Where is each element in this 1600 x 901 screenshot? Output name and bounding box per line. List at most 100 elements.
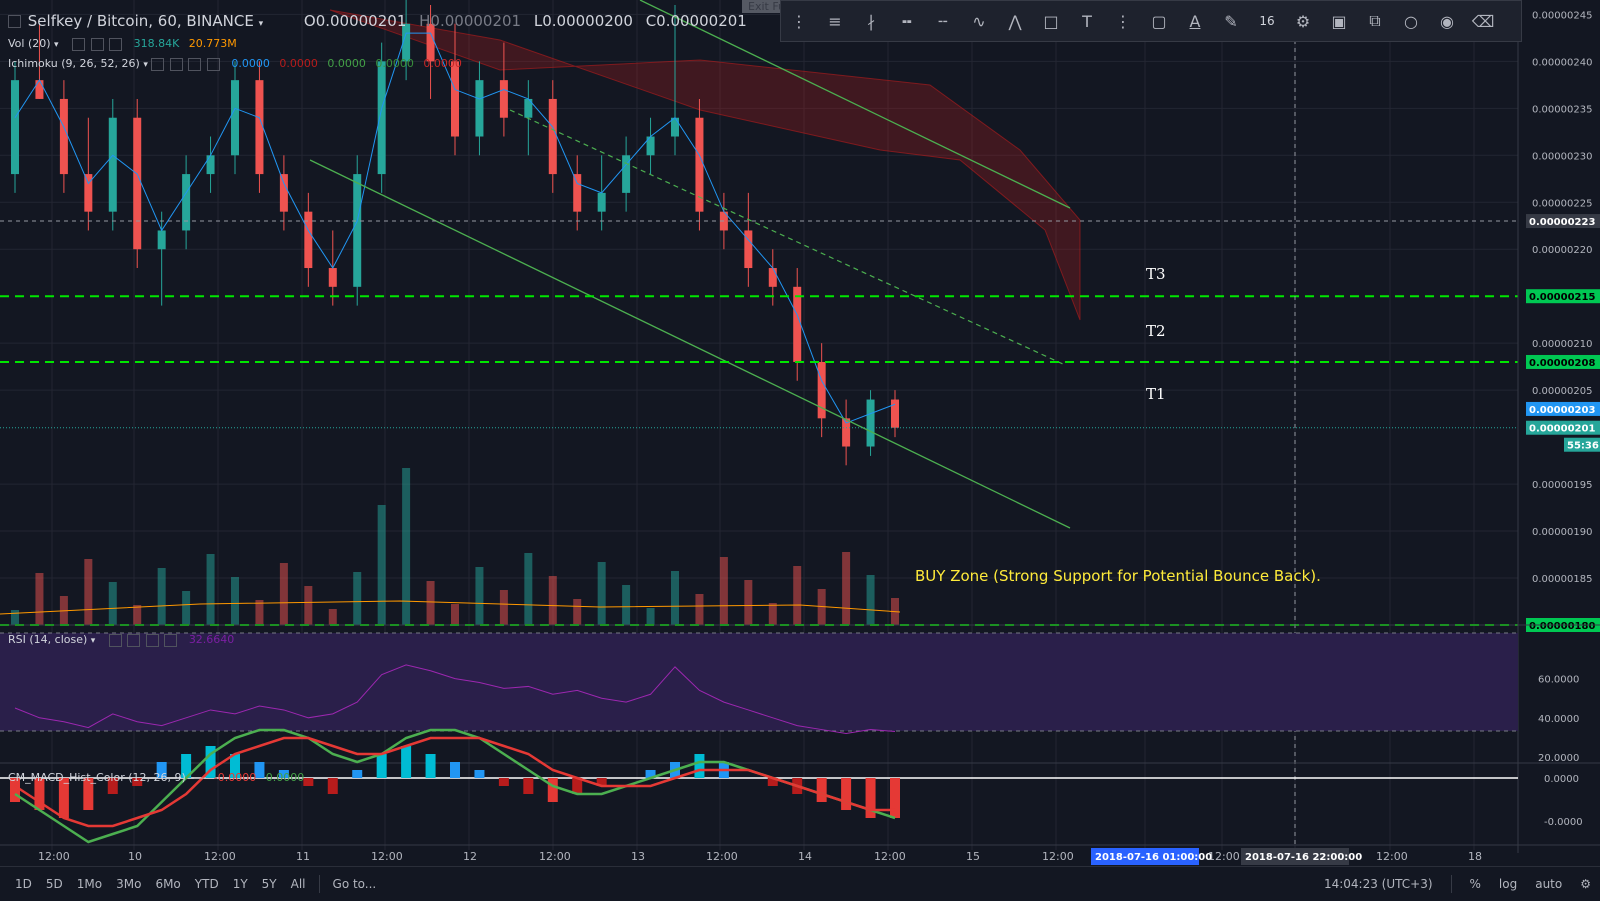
time-tick-label: 12:00 [706, 850, 738, 863]
settings-icon[interactable] [108, 633, 122, 647]
lock-icon[interactable]: ○ [1393, 3, 1429, 39]
drag-handle-icon[interactable]: ⋮ [1105, 3, 1141, 39]
pencil-icon[interactable]: ✎ [1213, 3, 1249, 39]
target-t3-label[interactable]: T3 [1146, 265, 1166, 283]
layers-icon[interactable]: ▣ [1321, 3, 1357, 39]
buy-zone-label[interactable]: BUY Zone (Strong Support for Potential B… [915, 567, 1321, 585]
rsi-value: 32.6640 [188, 633, 235, 646]
candle-body [891, 399, 899, 428]
text-color-icon[interactable]: A [1177, 3, 1213, 39]
timeframe-5y[interactable]: 5Y [262, 877, 277, 891]
gear-icon[interactable]: ⚙ [1285, 3, 1321, 39]
macd-legend[interactable]: CM_MACD_Hist_Color (12, 26, 9) — -0.0000… [8, 771, 304, 784]
chevron-down-icon[interactable]: ▾ [143, 60, 148, 70]
settings-icon[interactable] [151, 57, 165, 71]
timeframe-1y[interactable]: 1Y [233, 877, 248, 891]
volume-bar [255, 600, 264, 625]
volume-bar [377, 505, 386, 625]
rsi-label[interactable]: RSI (14, close) [8, 633, 87, 646]
chevron-down-icon[interactable]: ▾ [54, 40, 59, 50]
candle-body [793, 286, 802, 362]
timeframe-1d[interactable]: 1D [15, 877, 32, 891]
ohlc-high: H0.00000201 [419, 12, 522, 30]
more-icon[interactable] [188, 57, 202, 71]
candle-body [817, 361, 826, 419]
fib-icon[interactable]: ╍ [889, 3, 925, 39]
macd-label[interactable]: CM_MACD_Hist_Color (12, 26, 9) [8, 771, 186, 784]
ichimoku-legend[interactable]: Ichimoku (9, 26, 52, 26) ▾ 0.0000 0.0000… [8, 57, 462, 71]
goto-button[interactable]: Go to... [333, 877, 377, 891]
symbol-name[interactable]: Selfkey / Bitcoin, 60, BINANCE [28, 12, 254, 30]
price-tick-label: 0.00000210 [1532, 339, 1592, 350]
candle-body [671, 117, 679, 137]
pitchfork-icon[interactable]: ∤ [853, 3, 889, 39]
candle-body [59, 98, 68, 175]
eye-icon[interactable]: ◉ [1429, 3, 1465, 39]
settings-icon[interactable] [72, 37, 86, 51]
rectangle-icon[interactable]: □ [1033, 3, 1069, 39]
close-icon[interactable] [164, 633, 178, 647]
volume-bar [84, 559, 93, 625]
settings-icon[interactable]: ⚙ [1580, 877, 1591, 891]
candle-body [157, 230, 166, 250]
more-icon[interactable] [145, 633, 159, 647]
gann-icon[interactable]: ╌ [925, 3, 961, 39]
log-toggle[interactable]: log [1499, 877, 1517, 891]
auto-toggle[interactable]: auto [1535, 877, 1562, 891]
volume-bar [108, 582, 117, 625]
percent-toggle[interactable]: % [1470, 877, 1481, 891]
timeframe-all[interactable]: All [291, 877, 306, 891]
price-badge-label: 0.00000223 [1529, 217, 1595, 228]
time-tick-label: 18 [1468, 850, 1482, 863]
timeframe-3mo[interactable]: 3Mo [116, 877, 141, 891]
time-badge-label: 2018-07-16 01:00:00 [1095, 852, 1212, 863]
clock[interactable]: 14:04:23 (UTC+3) [1324, 877, 1433, 891]
lines-icon[interactable]: ≡ [817, 3, 853, 39]
volume-bar [206, 554, 215, 625]
vol-label[interactable]: Vol (20) [8, 37, 51, 50]
vol-legend[interactable]: Vol (20) ▾ 318.84K 20.773M [8, 37, 237, 51]
time-tick-label: 12:00 [204, 850, 236, 863]
chart-canvas[interactable]: 0.00000245 0.00000240 0.00000235 0.00000230… [0, 0, 1600, 900]
macd-hist-bar [694, 754, 705, 778]
price-tick-label: 0.00000235 [1532, 104, 1592, 115]
volume-bar [182, 591, 191, 625]
target-t2-label[interactable]: T2 [1146, 322, 1166, 340]
timeframe-1mo[interactable]: 1Mo [77, 877, 102, 891]
macd-hist-bar [303, 778, 314, 786]
time-tick-label: 13 [631, 850, 645, 863]
hide-icon[interactable] [127, 633, 141, 647]
chevron-down-icon[interactable]: ▾ [259, 19, 264, 29]
elliott-icon[interactable]: ⋀ [997, 3, 1033, 39]
hide-icon[interactable] [169, 57, 183, 71]
macd-hist-bar [327, 778, 338, 794]
pattern-icon[interactable]: ∿ [961, 3, 997, 39]
drag-handle-icon[interactable]: ⋮ [781, 3, 817, 39]
timeframe-6mo[interactable]: 6Mo [155, 877, 180, 891]
price-badge-label: 0.00000201 [1529, 424, 1595, 435]
selection-icon[interactable]: ▢ [1141, 3, 1177, 39]
candle-body [133, 117, 142, 250]
timeframe-ytd[interactable]: YTD [195, 877, 219, 891]
chevron-down-icon[interactable]: — [193, 771, 204, 784]
more-icon[interactable] [109, 37, 123, 51]
ichimoku-label[interactable]: Ichimoku (9, 26, 52, 26) [8, 57, 140, 70]
chevron-down-icon[interactable]: ▾ [91, 636, 96, 646]
trash-icon[interactable]: ⌫ [1465, 3, 1501, 39]
font-size-select[interactable]: 16 [1249, 3, 1285, 39]
target-t1-label[interactable]: T1 [1146, 385, 1166, 403]
bottom-toolbar: 1D 5D 1Mo 3Mo 6Mo YTD 1Y 5Y All Go to... 14:04:2… [0, 866, 1600, 901]
time-tick-label: 15 [966, 850, 980, 863]
candle-body [108, 117, 117, 212]
clone-icon[interactable]: ⧉ [1357, 3, 1393, 39]
timeframe-5d[interactable]: 5D [46, 877, 63, 891]
text-icon[interactable]: T [1069, 3, 1105, 39]
symbol-title[interactable]: Selfkey / Bitcoin, 60, BINANCE ▾ O0.0000… [8, 12, 747, 30]
close-icon[interactable] [206, 57, 220, 71]
price-tick-label: 0.00000245 [1532, 10, 1592, 21]
rsi-legend[interactable]: RSI (14, close) ▾ 32.6640 [8, 633, 234, 647]
collapse-icon[interactable] [8, 15, 21, 28]
hide-icon[interactable] [90, 37, 104, 51]
volume-bar [548, 576, 557, 625]
ichimoku-conversion: 0.0000 [231, 57, 270, 70]
